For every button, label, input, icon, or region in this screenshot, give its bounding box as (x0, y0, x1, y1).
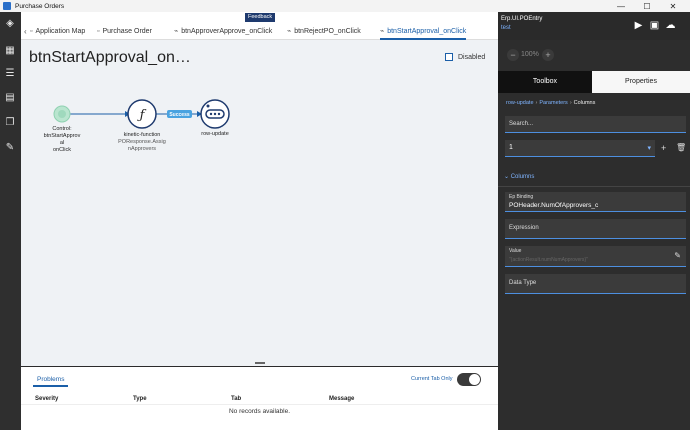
ep-binding-field[interactable]: Ep Binding POHeader.NumOfApprovers_c (505, 192, 686, 212)
layers-icon[interactable]: ◈ (4, 18, 16, 30)
expression-label: Expression (509, 225, 539, 231)
column-header[interactable]: Message (329, 396, 354, 402)
problems-panel: Problems Current Tab Only Severity Type … (21, 367, 498, 430)
section-label: Columns (510, 174, 535, 180)
tab-properties[interactable]: Properties (592, 71, 690, 93)
function-node-label: kinetic-function POResponse.Assig nAppro… (118, 132, 166, 152)
close-button[interactable]: ✕ (660, 0, 686, 12)
value-field[interactable]: Value "{actionResult.numNumApprovers}" ✎ (505, 246, 686, 267)
tab-bar: Feedback ‹ ▫ Application Map ▫ Purchase Or… (21, 12, 498, 40)
column-index-select[interactable]: 1 ▾ (505, 140, 655, 157)
breadcrumb-current: Columns (573, 100, 596, 106)
ep-binding-value: POHeader.NumOfApprovers_c (509, 202, 599, 209)
tab-application-map[interactable]: ▫ Application Map (30, 24, 85, 40)
panel-resize-handle[interactable] (255, 362, 265, 364)
layout-icon[interactable]: ▦ (4, 45, 16, 57)
tab-label: btnStartApproval_onClick (387, 28, 467, 35)
page-icon: ▫ (97, 28, 100, 35)
column-header[interactable]: Type (133, 396, 147, 402)
divider (498, 186, 690, 187)
tab-label: btnRejectPO_onClick (294, 28, 361, 35)
start-node-label: Control: btnStartApprov al onClick (43, 126, 81, 153)
preview-icon[interactable]: ▶ (633, 20, 644, 31)
edge-label: Success (169, 112, 190, 118)
edit-doc-icon[interactable]: ✎ (4, 142, 16, 154)
data-type-field[interactable]: Data Type (505, 274, 686, 294)
value-placeholder: "{actionResult.numNumApprovers}" (509, 257, 588, 263)
tab-label: btnApproverApprove_onClick (181, 28, 273, 35)
row-update-label: row-update (201, 131, 229, 137)
breadcrumb-item[interactable]: row-update (506, 100, 534, 106)
save-icon[interactable]: ▣ (649, 20, 660, 31)
app-icon (3, 2, 11, 10)
section-columns[interactable]: ⌄ Columns (504, 173, 534, 180)
breadcrumb-item[interactable]: Parameters (539, 100, 567, 106)
event-icon: ⌁ (380, 28, 385, 35)
edit-pencil-icon[interactable]: ✎ (674, 251, 681, 260)
chevron-left-icon[interactable]: ‹ (24, 24, 27, 40)
app-id: Erp.UI.POEntry (501, 16, 543, 22)
feedback-button[interactable]: Feedback (245, 13, 276, 22)
right-panel-header: Erp.UI.POEntry test ▶ ▣ ☁ (498, 12, 690, 40)
delete-icon[interactable]: 🗑 (676, 143, 686, 152)
tab-btnapproverapprove[interactable]: ⌁ btnApproverApprove_onClick (174, 24, 272, 40)
map-icon: ▫ (30, 28, 33, 35)
tab-purchase-order[interactable]: ▫ Purchase Order (97, 24, 152, 40)
search-input[interactable]: Search... (505, 116, 686, 133)
ep-binding-label: Ep Binding (509, 194, 534, 200)
maximize-button[interactable]: ☐ (634, 0, 660, 12)
tab-toolbox[interactable]: Toolbox (498, 71, 592, 93)
flow-diagram: Success ƒ (53, 99, 230, 129)
tab-label: Purchase Order (102, 28, 152, 35)
current-tab-only-label: Current Tab Only (411, 376, 453, 382)
search-placeholder: Search... (509, 121, 534, 127)
value-label: Value (509, 248, 522, 254)
tab-btnrejectpo[interactable]: ⌁ btnRejectPO_onClick (287, 24, 361, 40)
node-handle[interactable] (206, 104, 210, 108)
right-tabs: Toolbox Properties (498, 71, 690, 93)
problems-table-header: Severity Type Tab Message (21, 393, 498, 405)
column-header[interactable]: Tab (231, 396, 241, 402)
event-icon: ⌁ (287, 28, 292, 35)
right-panel: Erp.UI.POEntry test ▶ ▣ ☁ − 100% + Toolb… (498, 12, 690, 430)
event-icon: ⌁ (174, 28, 179, 35)
chevron-down-icon: ▾ (647, 145, 651, 152)
zoom-in-button[interactable]: + (542, 49, 554, 61)
publish-icon[interactable]: ☁ (665, 20, 676, 31)
empty-message: No records available. (228, 408, 291, 415)
tab-btnstartapproval[interactable]: ⌁ btnStartApproval_onClick (380, 24, 467, 40)
zoom-out-button[interactable]: − (507, 49, 519, 61)
pages-icon[interactable]: ❐ (4, 117, 16, 129)
start-node-dot (58, 110, 66, 118)
layer-name[interactable]: test (501, 25, 511, 31)
expression-field[interactable]: Expression (505, 219, 686, 239)
breadcrumb: row-update › Parameters › Columns (506, 100, 596, 106)
window-title: Purchase Orders (15, 2, 65, 10)
event-canvas[interactable]: btnStartApproval_on… Disabled Success ƒ … (21, 40, 498, 366)
tab-problems[interactable]: Problems (33, 373, 69, 387)
toggle-knob (469, 374, 480, 385)
left-rail: ◈ ▦ ☰ ▤ ❐ ✎ (0, 12, 21, 430)
add-icon[interactable]: + (661, 143, 666, 153)
data-type-label: Data Type (509, 280, 537, 286)
column-header[interactable]: Severity (35, 396, 58, 402)
dataview-icon[interactable]: ▤ (4, 92, 16, 104)
tab-label: Application Map (35, 28, 86, 35)
zoom-level: 100% (521, 51, 539, 58)
chevron-down-icon: ⌄ (504, 174, 510, 180)
window-titlebar: Purchase Orders — ☐ ✕ (0, 0, 690, 12)
minimize-button[interactable]: — (608, 0, 634, 12)
column-index-value: 1 (509, 144, 513, 151)
list-check-icon[interactable]: ☰ (4, 68, 16, 80)
current-tab-only-toggle[interactable] (457, 373, 481, 386)
